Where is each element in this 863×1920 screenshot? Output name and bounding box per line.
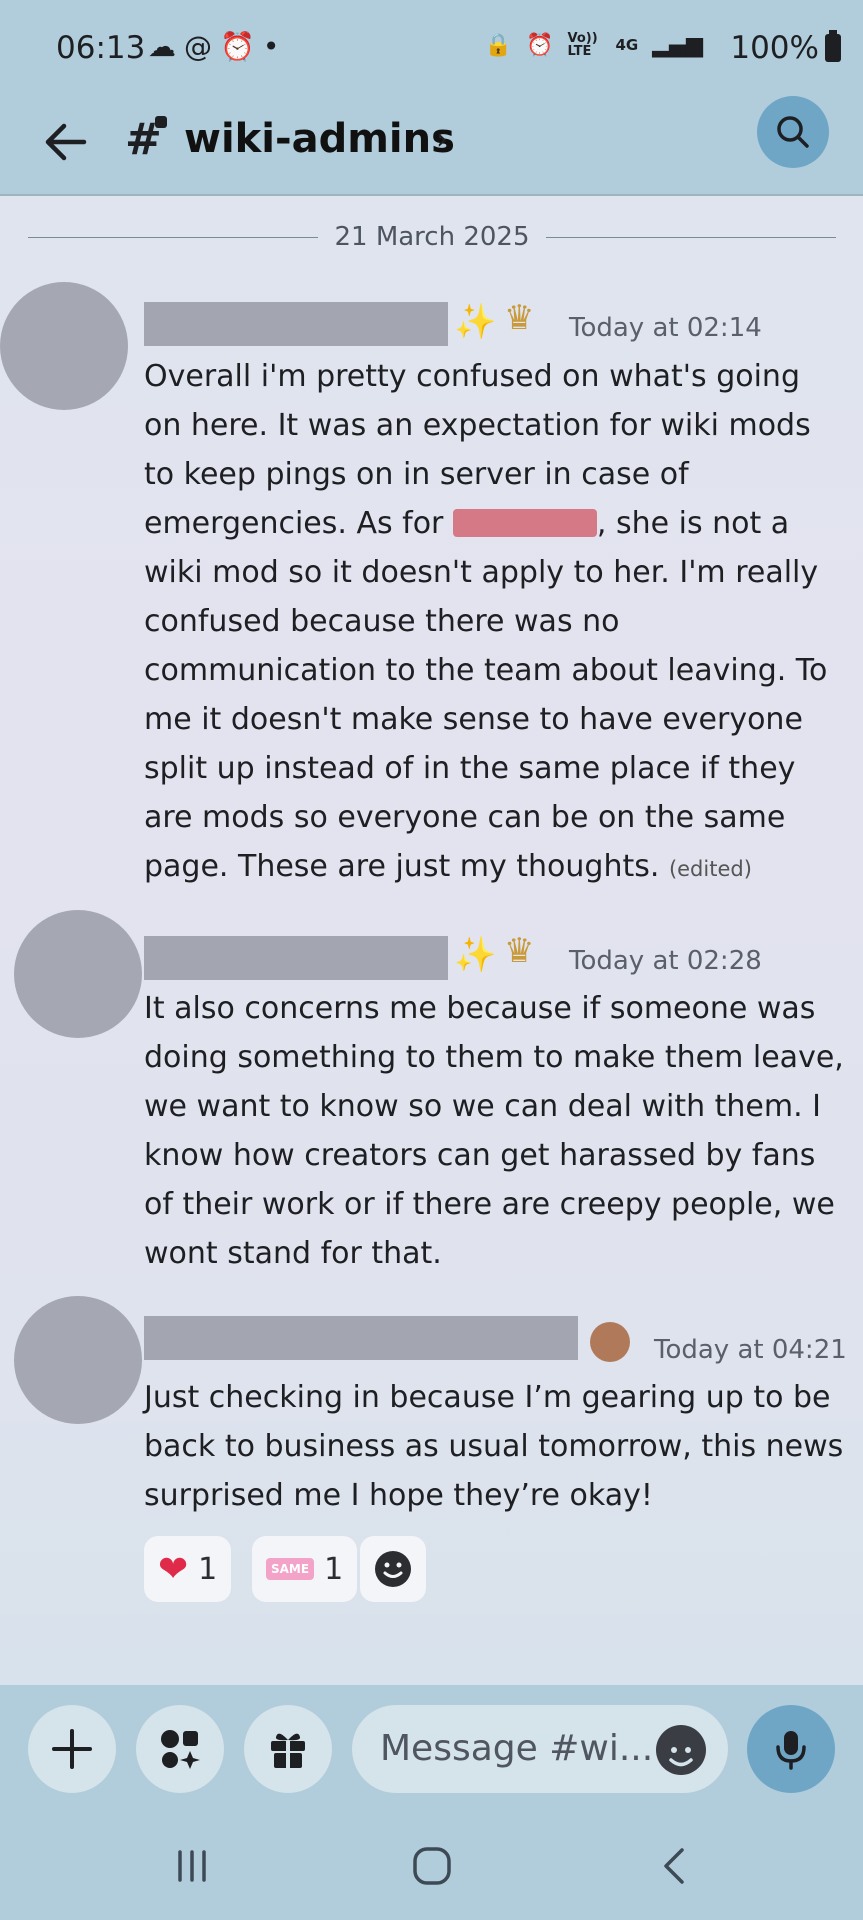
system-nav-bar — [0, 1813, 863, 1920]
battery-indicator: 100% — [730, 30, 841, 66]
message-content: It also concerns me because if someone w… — [144, 991, 844, 1271]
same-icon: SAME — [266, 1558, 315, 1580]
dot-icon: • — [262, 30, 280, 63]
apps-button[interactable] — [136, 1705, 224, 1793]
crown-icon: ♛ — [504, 298, 535, 338]
thread-dot-icon — [155, 116, 167, 128]
channel-header: # wiki-admins › — [0, 96, 863, 196]
gift-icon — [271, 1733, 305, 1768]
date-divider: 21 March 2025 — [28, 222, 836, 252]
threads-icon: @ — [184, 30, 212, 63]
sparkles-icon: ✨ — [454, 302, 497, 342]
voice-message-button[interactable] — [747, 1705, 835, 1793]
status-bar: 06:13 ☁ @ ⏰ • 🔒 ⏰ Vo)) LTE 4G ▂▄▆ 100% — [0, 0, 863, 96]
emoji-picker-button[interactable] — [656, 1725, 706, 1775]
reaction-count: 1 — [324, 1551, 344, 1587]
alarm-icon: ⏰ — [220, 30, 255, 63]
chevron-left-icon — [664, 1848, 684, 1884]
status-left-icons: ☁ @ ⏰ • — [148, 30, 279, 63]
search-icon — [777, 116, 809, 148]
divider-line-right — [546, 237, 836, 238]
emoji-icon — [375, 1551, 411, 1587]
username-redacted[interactable] — [144, 1316, 578, 1360]
reaction-same[interactable]: SAME 1 — [252, 1536, 358, 1602]
username-redacted[interactable] — [144, 302, 448, 346]
gift-button[interactable] — [244, 1705, 332, 1793]
recents-icon — [178, 1850, 206, 1882]
plus-icon — [52, 1729, 92, 1769]
channel-name[interactable]: wiki-admins — [184, 116, 455, 162]
battery-percent: 100% — [730, 30, 819, 66]
message-timestamp: Today at 02:14 — [569, 313, 762, 343]
message-content: Overall i'm pretty confused on what's go… — [144, 352, 844, 894]
message-timestamp: Today at 02:28 — [569, 946, 762, 976]
home-icon — [413, 1847, 451, 1885]
search-button[interactable] — [757, 96, 829, 168]
volte-label: Vo)) LTE — [567, 31, 598, 59]
alarm-icon-right: ⏰ — [526, 32, 554, 58]
weather-icon: ☁ — [148, 30, 176, 63]
add-attachment-button[interactable] — [28, 1705, 116, 1793]
message-input[interactable]: Message #wi... — [352, 1705, 728, 1793]
reaction-count: 1 — [198, 1551, 218, 1587]
recent-apps-button[interactable] — [162, 1841, 222, 1891]
message-placeholder: Message #wi... — [380, 1728, 654, 1769]
message-timestamp: Today at 04:21 — [654, 1335, 847, 1365]
chevron-right-icon[interactable]: › — [436, 122, 448, 157]
message-content: Just checking in because I’m gearing up … — [144, 1380, 844, 1513]
emoji-icon — [669, 1747, 693, 1767]
message-text-part: , she is not a wiki mod so it doesn't ap… — [144, 506, 828, 884]
network-label: 4G — [615, 36, 639, 54]
add-reaction-button[interactable] — [360, 1536, 426, 1602]
crown-icon: ♛ — [504, 931, 535, 971]
avatar[interactable] — [14, 910, 142, 1038]
message-composer: Message #wi... — [0, 1685, 863, 1813]
heart-icon: ❤ — [158, 1548, 189, 1590]
sparkles-icon: ✨ — [454, 935, 497, 975]
redacted-name — [452, 509, 597, 537]
battery-icon — [825, 30, 841, 62]
signal-icon: ▂▄▆ — [652, 32, 703, 58]
status-time: 06:13 — [56, 30, 146, 66]
status-right-icons: 🔒 ⏰ Vo)) LTE 4G ▂▄▆ — [485, 32, 703, 58]
lock-icon: 🔒 — [484, 32, 513, 58]
back-button[interactable] — [38, 114, 94, 170]
avatar[interactable] — [0, 282, 128, 410]
username-redacted[interactable] — [144, 936, 448, 980]
edited-label: (edited) — [668, 857, 752, 881]
avatar[interactable] — [14, 1296, 142, 1424]
home-button[interactable] — [402, 1841, 462, 1891]
apps-icon — [161, 1730, 200, 1769]
dragon-icon — [590, 1322, 630, 1362]
system-back-button[interactable] — [644, 1841, 704, 1891]
arrow-left-icon — [45, 123, 87, 161]
microphone-icon — [776, 1731, 806, 1770]
reaction-heart[interactable]: ❤ 1 — [144, 1536, 232, 1602]
